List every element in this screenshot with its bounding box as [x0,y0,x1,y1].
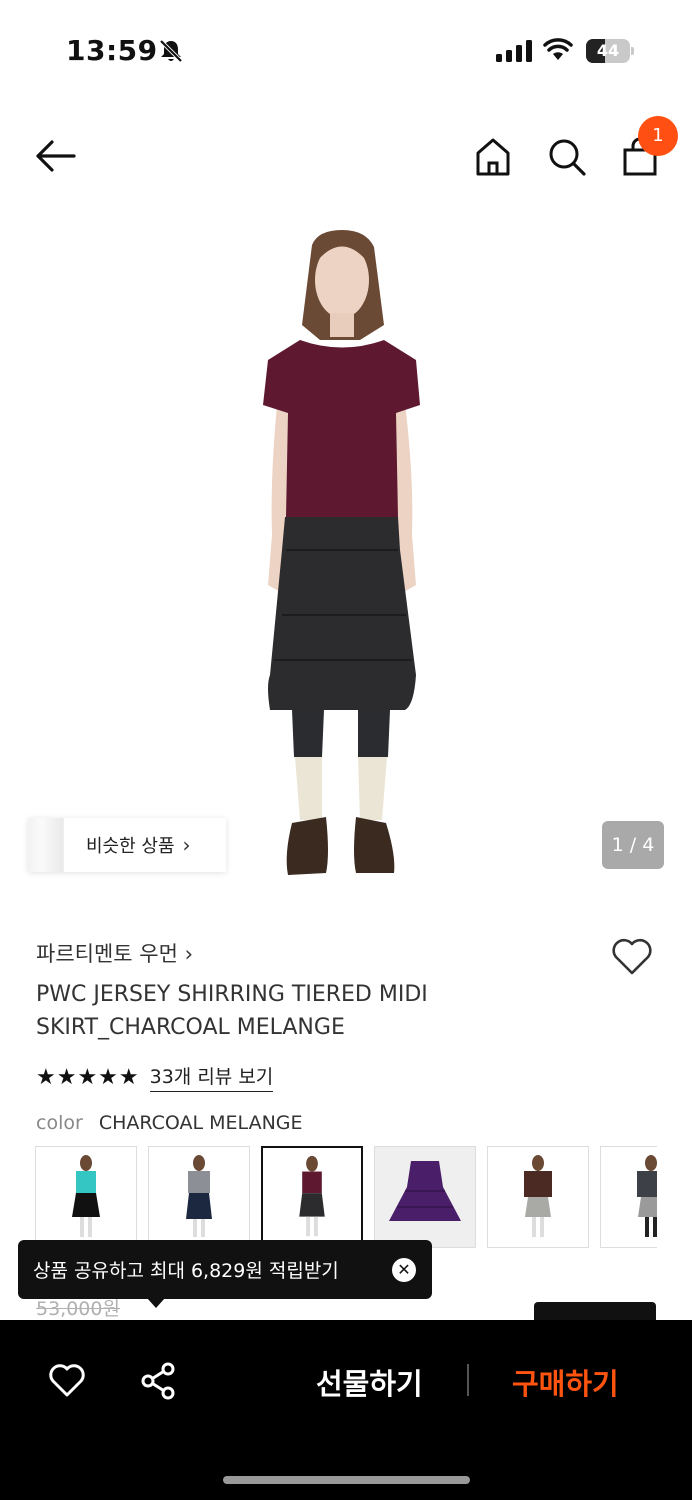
tooltip-pointer [147,1298,165,1308]
status-time: 13:59 [66,34,158,67]
signal-icon [496,40,532,62]
color-swatch[interactable] [374,1146,476,1248]
tooltip-text: 상품 공유하고 최대 6,829원 적립받기 [33,1260,339,1282]
color-value: CHARCOAL MELANGE [98,1112,303,1134]
rating-row: ★★★★★ 33개 리뷰 보기 [36,1062,274,1092]
color-swatch[interactable] [35,1146,137,1248]
chevron-right-icon: › [182,833,191,857]
color-swatch[interactable] [487,1146,589,1248]
close-icon[interactable]: ✕ [392,1258,416,1282]
battery-icon: 44 [586,39,634,63]
color-swatch[interactable] [148,1146,250,1248]
color-swatches [35,1146,657,1250]
share-icon[interactable] [140,1362,176,1400]
search-icon[interactable] [547,137,587,177]
model-illustration [263,230,420,875]
rating-stars: ★★★★★ [36,1064,140,1090]
review-link[interactable]: 33개 리뷰 보기 [149,1062,274,1092]
divider [467,1364,469,1396]
battery-percent: 44 [596,41,620,60]
similar-products-button[interactable]: 비슷한 상품 › [28,818,226,872]
similar-thumbnail [28,818,64,872]
heart-icon[interactable] [48,1362,86,1398]
color-swatch-selected[interactable] [261,1146,363,1248]
status-bar: 13:59 44 [0,0,692,100]
product-title: PWC JERSEY SHIRRING TIERED MIDI SKIRT_CH… [36,982,428,1040]
buy-button[interactable]: 구매하기 [512,1361,619,1403]
color-label: color [36,1112,83,1134]
color-row: color CHARCOAL MELANGE [36,1112,303,1134]
gift-button[interactable]: 선물하기 [316,1361,423,1403]
home-icon[interactable] [474,137,512,177]
bell-off-icon [159,39,183,63]
home-indicator [223,1476,470,1484]
wifi-icon [543,38,573,60]
brand-link[interactable]: 파르티멘토 우먼 › [36,938,193,968]
similar-products-label: 비슷한 상품 [86,836,175,857]
share-reward-tooltip: 상품 공유하고 최대 6,829원 적립받기 ✕ [18,1240,432,1299]
cart-count-badge: 1 [638,116,678,156]
bottom-action-bar: 선물하기 구매하기 [0,1320,692,1500]
image-page-indicator: 1 / 4 [602,821,664,869]
heart-icon[interactable] [610,936,654,976]
back-arrow-icon[interactable] [34,138,78,174]
product-image[interactable] [0,205,692,905]
color-swatch[interactable] [600,1146,657,1248]
